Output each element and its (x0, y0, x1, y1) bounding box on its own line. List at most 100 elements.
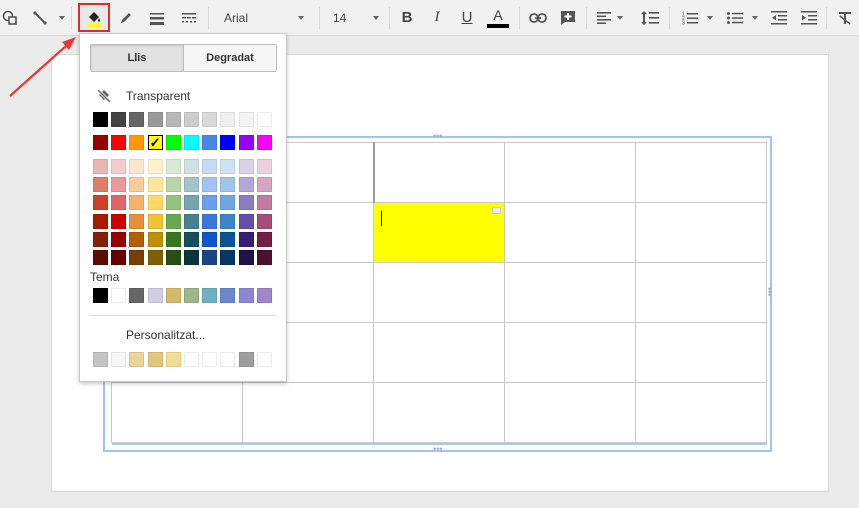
color-swatch[interactable] (256, 159, 272, 174)
font-family-select[interactable]: Arial (224, 4, 304, 31)
color-swatch[interactable] (256, 231, 272, 247)
color-swatch[interactable] (111, 213, 127, 229)
table-cell[interactable] (373, 322, 505, 383)
theme-color-swatch[interactable] (202, 288, 218, 303)
color-swatch[interactable] (220, 159, 236, 174)
color-swatch[interactable] (202, 112, 218, 127)
color-swatch[interactable] (165, 177, 181, 193)
color-swatch[interactable] (93, 231, 108, 247)
add-comment-icon[interactable] (557, 4, 579, 31)
color-swatch[interactable] (238, 135, 254, 150)
clear-formatting-icon[interactable] (834, 4, 856, 31)
numbered-list-caret[interactable] (707, 16, 713, 20)
line-dropdown-caret[interactable] (59, 16, 65, 20)
resize-handle-right[interactable]: • • • (768, 285, 774, 300)
table-cell[interactable] (504, 322, 636, 383)
color-swatch[interactable] (238, 250, 254, 265)
custom-color-swatch[interactable] (238, 352, 254, 367)
table-cell[interactable] (373, 142, 505, 203)
color-swatch[interactable] (184, 135, 199, 150)
bold-icon[interactable]: B (398, 4, 416, 31)
resize-handle-top[interactable]: ••• (433, 132, 442, 141)
font-family-caret[interactable] (298, 16, 304, 20)
color-swatch[interactable] (147, 213, 163, 229)
tab-solid[interactable]: Llis (91, 45, 183, 71)
link-icon[interactable] (527, 4, 549, 31)
color-swatch[interactable] (93, 159, 108, 174)
color-swatch[interactable] (147, 250, 163, 265)
color-swatch[interactable] (129, 250, 145, 265)
align-caret[interactable] (617, 16, 623, 20)
color-swatch[interactable] (147, 159, 163, 174)
table-cell[interactable] (635, 382, 767, 443)
border-color-icon[interactable] (117, 4, 135, 31)
color-swatch[interactable] (165, 135, 181, 150)
increase-indent-icon[interactable] (798, 4, 820, 31)
color-swatch[interactable] (165, 213, 181, 229)
decrease-indent-icon[interactable] (768, 4, 790, 31)
color-swatch[interactable] (111, 159, 127, 174)
color-swatch[interactable] (111, 177, 127, 193)
fill-color-button[interactable] (78, 3, 110, 32)
color-swatch[interactable] (111, 195, 127, 211)
color-swatch-selected[interactable]: ✓ (147, 135, 163, 150)
table-cell[interactable] (635, 262, 767, 323)
custom-color-swatch[interactable] (147, 352, 163, 367)
color-swatch[interactable] (93, 213, 108, 229)
color-swatch[interactable] (93, 195, 108, 211)
color-swatch[interactable] (202, 213, 218, 229)
color-swatch[interactable] (147, 177, 163, 193)
color-swatch[interactable] (93, 135, 108, 150)
custom-color-swatch[interactable] (256, 352, 272, 367)
color-swatch[interactable] (165, 159, 181, 174)
color-swatch[interactable] (165, 231, 181, 247)
color-swatch[interactable] (165, 112, 181, 127)
color-swatch[interactable] (184, 213, 199, 229)
color-swatch[interactable] (238, 195, 254, 211)
color-swatch[interactable] (256, 250, 272, 265)
color-swatch[interactable] (147, 112, 163, 127)
text-color-button[interactable]: A (486, 4, 510, 31)
color-swatch[interactable] (93, 177, 108, 193)
table-cell[interactable] (504, 262, 636, 323)
color-swatch[interactable] (184, 250, 199, 265)
custom-color-swatch[interactable] (165, 352, 181, 367)
theme-color-swatch[interactable] (220, 288, 236, 303)
color-swatch[interactable] (202, 135, 218, 150)
table-cell[interactable] (635, 142, 767, 203)
table-cell[interactable] (635, 202, 767, 263)
theme-color-swatch[interactable] (256, 288, 272, 303)
color-swatch[interactable] (184, 159, 199, 174)
transparent-option[interactable]: Transparent (96, 88, 190, 104)
color-swatch[interactable] (129, 112, 145, 127)
border-dash-icon[interactable] (179, 4, 199, 31)
color-swatch[interactable] (256, 112, 272, 127)
custom-color-option[interactable]: Personalitzat... (126, 328, 205, 342)
color-swatch[interactable] (129, 195, 145, 211)
theme-color-swatch[interactable] (147, 288, 163, 303)
color-swatch[interactable] (238, 231, 254, 247)
color-swatch[interactable] (220, 213, 236, 229)
custom-color-swatch[interactable] (111, 352, 127, 367)
color-swatch[interactable] (238, 112, 254, 127)
color-swatch[interactable] (256, 213, 272, 229)
theme-color-swatch[interactable] (184, 288, 199, 303)
color-swatch[interactable] (184, 195, 199, 211)
color-swatch[interactable] (238, 177, 254, 193)
color-swatch[interactable] (111, 231, 127, 247)
color-swatch[interactable] (129, 159, 145, 174)
color-swatch[interactable] (238, 159, 254, 174)
table-cell-selected[interactable] (373, 202, 505, 263)
color-swatch[interactable] (256, 177, 272, 193)
tab-gradient[interactable]: Degradat (183, 45, 276, 71)
color-swatch[interactable] (220, 250, 236, 265)
color-swatch[interactable] (202, 177, 218, 193)
color-swatch[interactable] (147, 195, 163, 211)
bulleted-list-icon[interactable] (724, 4, 746, 31)
color-swatch[interactable] (220, 177, 236, 193)
color-swatch[interactable] (202, 159, 218, 174)
color-swatch[interactable] (165, 250, 181, 265)
table-cell[interactable] (111, 382, 243, 443)
table-cell[interactable] (504, 202, 636, 263)
theme-color-swatch[interactable] (111, 288, 127, 303)
